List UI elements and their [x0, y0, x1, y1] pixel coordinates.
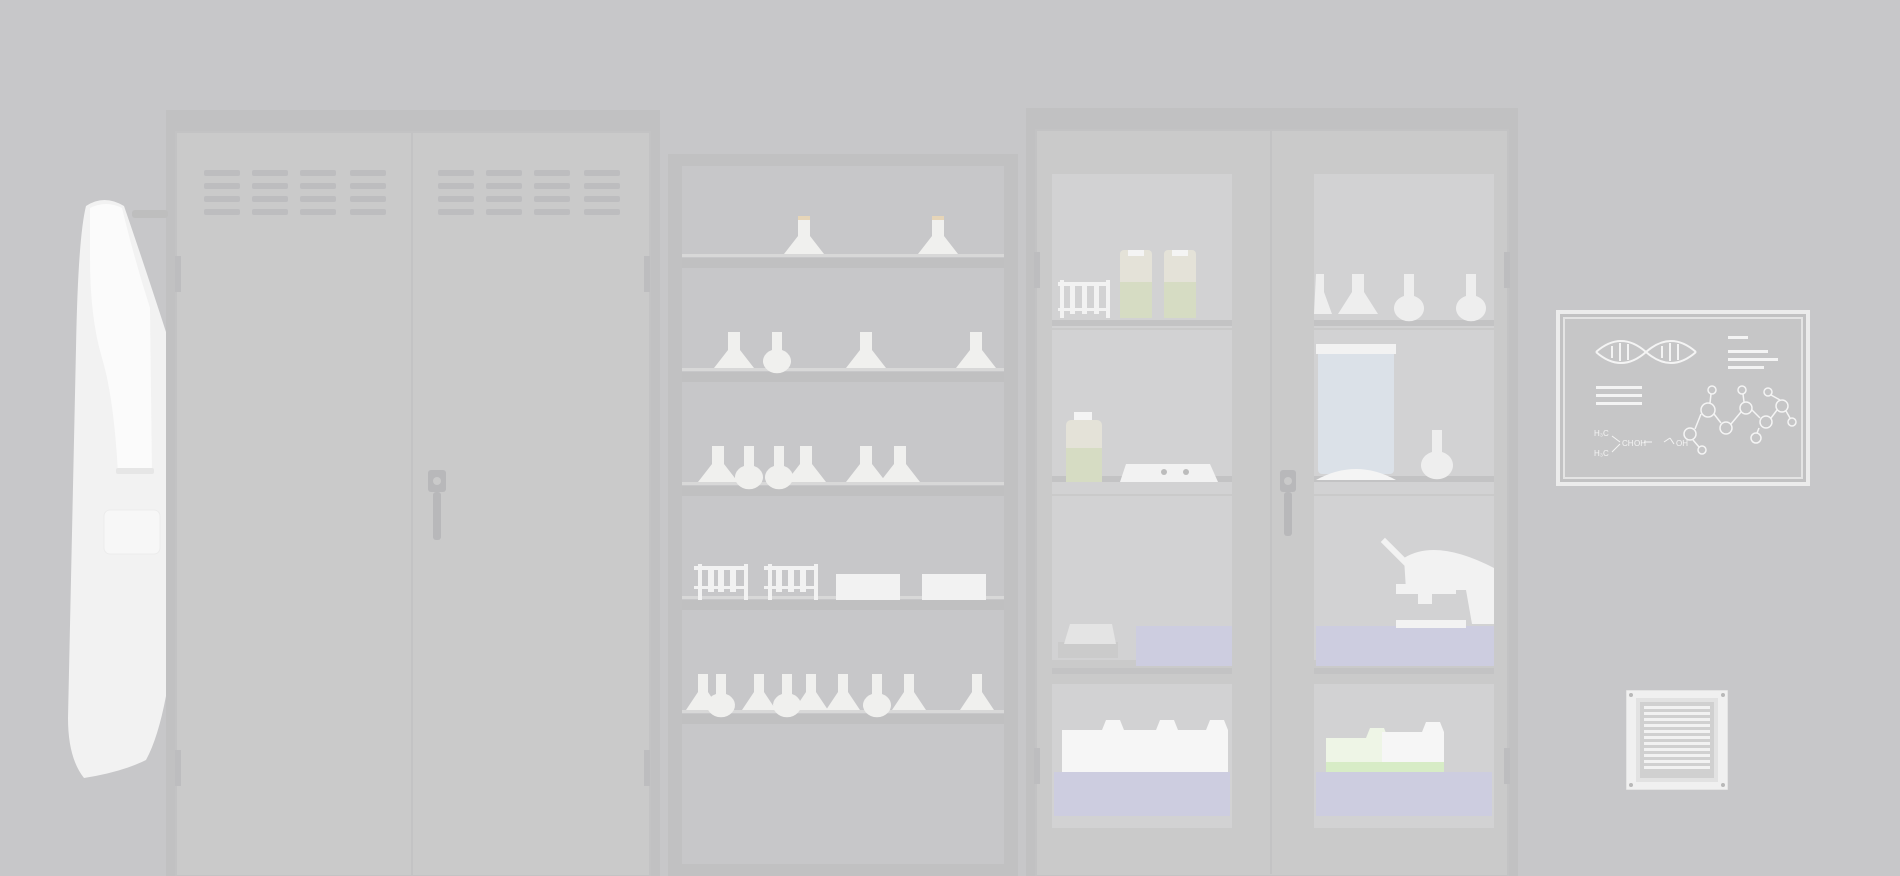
formula-text-3: OH [1634, 439, 1646, 448]
lab-coat-icon [68, 200, 168, 778]
air-vent[interactable] [1626, 690, 1728, 790]
formula-text-3b: OH [1676, 439, 1688, 448]
lab-coat[interactable] [62, 198, 172, 782]
formula-text-1: H₃C [1594, 429, 1609, 438]
shelf-icon [668, 154, 1018, 876]
whiteboard-icon: H₃C CH OH OH H₃C [1556, 310, 1810, 486]
formula-text-4: H₃C [1594, 449, 1609, 458]
formula-text-2: CH [1622, 439, 1634, 448]
locker-icon [166, 110, 660, 876]
open-shelf[interactable] [668, 154, 1018, 876]
vent-icon [1626, 690, 1728, 790]
whiteboard[interactable]: H₃C CH OH OH H₃C [1556, 310, 1810, 486]
glass-cabinet-icon [1026, 108, 1518, 876]
glass-cabinet[interactable] [1026, 108, 1518, 876]
locker[interactable] [166, 110, 660, 876]
